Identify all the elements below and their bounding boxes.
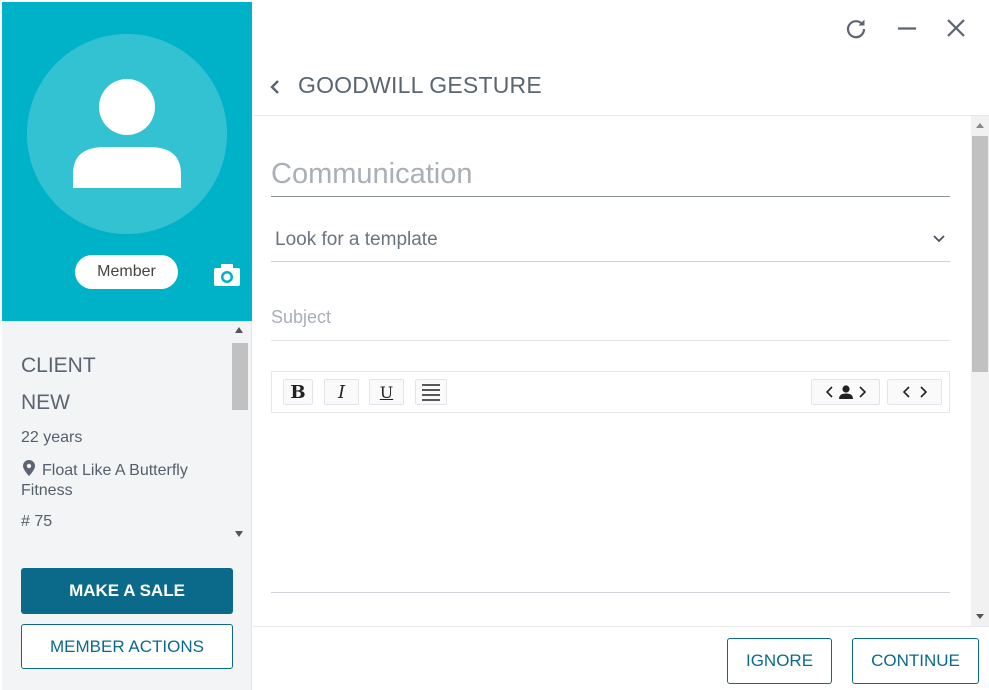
justify-icon xyxy=(422,384,440,401)
scroll-down-arrow-icon[interactable] xyxy=(976,614,984,619)
content-scrollbar[interactable] xyxy=(971,116,989,626)
member-number: # 75 xyxy=(21,513,53,530)
continue-button[interactable]: CONTINUE xyxy=(852,638,979,684)
client-type: CLIENT xyxy=(21,354,96,377)
page-title: GOODWILL GESTURE xyxy=(298,72,542,98)
ignore-button[interactable]: IGNORE xyxy=(727,638,832,684)
minimize-icon[interactable] xyxy=(895,16,919,40)
scroll-thumb[interactable] xyxy=(232,343,248,410)
client-status: NEW xyxy=(21,391,70,414)
camera-icon[interactable] xyxy=(213,263,241,287)
communication-form: Communication Look for a template Subjec… xyxy=(253,116,989,626)
message-editor[interactable] xyxy=(271,413,950,593)
template-select[interactable]: Look for a template xyxy=(271,217,950,262)
member-location: Float Like A Butterfly Fitness xyxy=(21,462,188,499)
divider xyxy=(271,196,950,197)
avatar[interactable] xyxy=(27,34,227,234)
subject-field[interactable]: Subject xyxy=(271,298,950,341)
bold-button[interactable]: B xyxy=(283,379,313,405)
insert-member-field-button[interactable] xyxy=(811,379,880,405)
section-label: Communication xyxy=(271,158,473,190)
scroll-thumb[interactable] xyxy=(972,136,988,372)
person-tag-icon xyxy=(825,385,866,399)
make-sale-button[interactable]: MAKE A SALE xyxy=(21,568,233,614)
scroll-up-arrow-icon[interactable] xyxy=(976,123,984,128)
avatar-silhouette-icon xyxy=(73,79,181,188)
justify-button[interactable] xyxy=(415,379,447,405)
underline-button[interactable]: U xyxy=(369,379,404,405)
dialog-footer: IGNORE CONTINUE xyxy=(253,626,989,690)
scroll-down-arrow-icon[interactable] xyxy=(235,531,243,537)
back-chevron-icon[interactable] xyxy=(269,78,281,96)
refresh-icon[interactable] xyxy=(844,16,868,40)
dialog-header: GOODWILL GESTURE xyxy=(253,60,989,116)
chevron-down-icon[interactable] xyxy=(933,235,945,243)
profile-header: Member xyxy=(2,2,252,321)
source-code-button[interactable] xyxy=(887,379,942,405)
member-age: 22 years xyxy=(21,429,83,446)
close-icon[interactable] xyxy=(944,16,968,40)
app-window: Member CLIENT NEW 22 years Float Like A … xyxy=(0,0,989,690)
subject-placeholder: Subject xyxy=(271,307,332,327)
editor-toolbar: B I U xyxy=(271,371,950,413)
template-select-placeholder: Look for a template xyxy=(275,229,438,250)
member-profile-panel: Member CLIENT NEW 22 years Float Like A … xyxy=(2,2,252,690)
info-scrollbar[interactable] xyxy=(231,321,250,545)
member-info: CLIENT NEW 22 years Float Like A Butterf… xyxy=(2,321,252,545)
scroll-up-arrow-icon[interactable] xyxy=(235,327,243,333)
italic-button[interactable]: I xyxy=(324,379,359,405)
member-badge[interactable]: Member xyxy=(75,255,178,289)
code-icon xyxy=(902,386,927,398)
member-actions-button[interactable]: MEMBER ACTIONS xyxy=(21,624,233,669)
